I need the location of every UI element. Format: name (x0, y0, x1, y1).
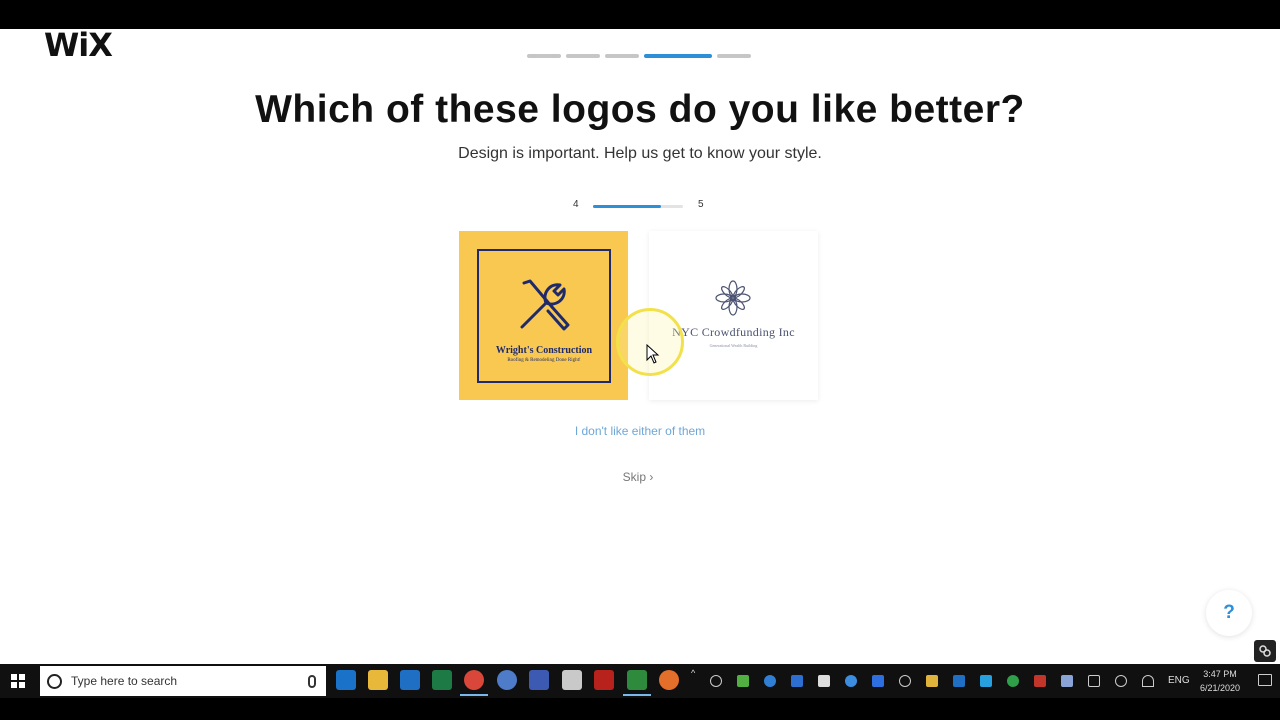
wix-logo[interactable]: WiX (44, 29, 113, 64)
volume-icon[interactable] (1115, 675, 1127, 687)
outlook-tray-icon[interactable] (953, 675, 965, 687)
power-automate-icon[interactable] (872, 675, 884, 687)
top-letterbox (0, 0, 1280, 29)
clock-date: 6/21/2020 (1199, 683, 1241, 693)
bottom-letterbox (0, 698, 1280, 720)
tray-app-icon[interactable] (1061, 675, 1073, 687)
page-subtitle: Design is important. Help us get to know… (458, 145, 822, 162)
round-progress-fill (593, 205, 661, 208)
recorder-icon[interactable] (594, 670, 614, 690)
step-segment-active (644, 54, 712, 58)
cortana-icon (47, 673, 62, 689)
logo-tagline: Generational Wealth Building (709, 343, 758, 348)
step-segment (566, 54, 600, 58)
headset-icon[interactable] (899, 675, 911, 687)
step-progress (527, 54, 751, 58)
wrench-screwdriver-icon (520, 279, 570, 331)
round-total-number: 5 (698, 199, 704, 210)
file-explorer-icon[interactable] (368, 670, 388, 690)
taskbar-clock[interactable]: 3:47 PM 6/21/2020 (1195, 667, 1245, 695)
wifi-icon[interactable] (1142, 675, 1154, 687)
logo-brand-name: Wright's Construction (495, 345, 593, 356)
step-segment (605, 54, 639, 58)
taskbar-search[interactable]: Type here to search (40, 666, 326, 696)
round-current-number: 4 (573, 199, 579, 210)
tray-overflow-icon[interactable]: ^ (691, 668, 695, 678)
firefox-icon[interactable] (659, 670, 679, 690)
excel-icon[interactable] (432, 670, 452, 690)
mouse-pointer-icon (646, 344, 660, 364)
dislike-both-link[interactable]: I don't like either of them (0, 424, 1280, 438)
logo-option-right[interactable]: NYC Crowdfunding Inc Generational Wealth… (649, 231, 818, 400)
logo-tagline: Roofing & Remodeling Done Right! (507, 358, 581, 363)
microphone-icon[interactable] (308, 674, 316, 688)
chevron-right-icon: › (649, 470, 654, 484)
tray-app-icon[interactable] (1034, 675, 1046, 687)
people-app-icon[interactable] (529, 670, 549, 690)
r-app-icon[interactable] (497, 670, 517, 690)
round-progress-track (593, 205, 683, 208)
windows-icon (11, 674, 25, 688)
flower-icon (715, 280, 751, 316)
tray-app-icon[interactable] (818, 675, 830, 687)
step-segment (717, 54, 751, 58)
screen-recorder-icon[interactable] (623, 670, 651, 696)
logo-frame: Wright's Construction Roofing & Remodeli… (477, 249, 611, 383)
step-segment (527, 54, 561, 58)
skip-label: Skip (622, 470, 646, 484)
taskbar-search-placeholder: Type here to search (71, 674, 178, 688)
battery-icon[interactable] (1088, 675, 1100, 687)
link-icon[interactable] (1254, 640, 1276, 662)
windows-taskbar: Type here to search ^ ENG 3:47 PM 6/21/2… (0, 664, 1280, 698)
chrome-icon[interactable] (460, 670, 488, 696)
notification-icon[interactable] (1258, 674, 1272, 686)
help-button[interactable]: ? (1206, 590, 1252, 636)
security-icon[interactable] (737, 675, 749, 687)
onedrive-icon[interactable] (845, 675, 857, 687)
logo-option-left[interactable]: Wright's Construction Roofing & Remodeli… (459, 231, 628, 400)
language-indicator[interactable]: ENG (1168, 675, 1190, 686)
mail-icon[interactable] (926, 675, 938, 687)
tray-app-icon[interactable] (980, 675, 992, 687)
chrome-tray-icon[interactable] (1007, 675, 1019, 687)
outlook-icon[interactable] (400, 670, 420, 690)
bluetooth-icon[interactable] (791, 675, 803, 687)
logo-brand-name: NYC Crowdfunding Inc (672, 325, 795, 339)
clock-time: 3:47 PM (1203, 669, 1237, 679)
start-button[interactable] (0, 664, 36, 698)
skip-link[interactable]: Skip › (0, 470, 1276, 484)
page-title: Which of these logos do you like better? (255, 88, 1025, 131)
documents-icon[interactable] (562, 670, 582, 690)
onboarding-page: WiX Which of these logos do you like bet… (0, 29, 1280, 664)
round-progress: 4 5 (566, 199, 716, 213)
zoom-icon[interactable] (764, 675, 776, 687)
edge-icon[interactable] (336, 670, 356, 690)
tray-app-icon[interactable] (710, 675, 722, 687)
